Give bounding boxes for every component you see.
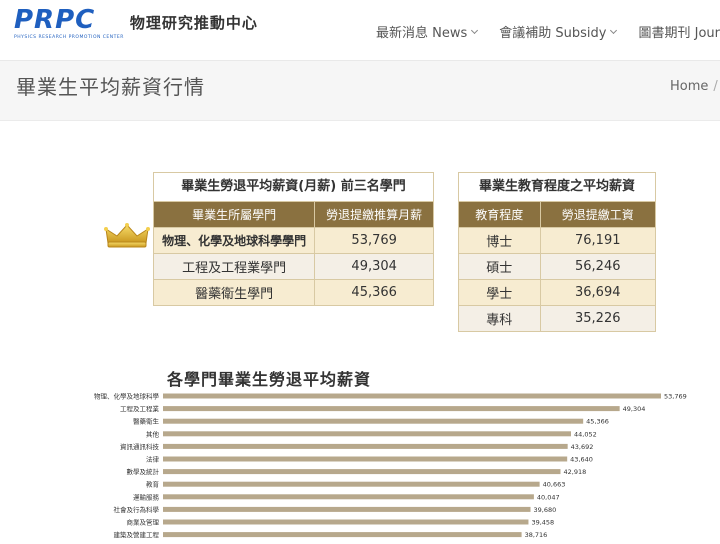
value-label: 44,052 — [574, 430, 597, 438]
bar — [163, 443, 568, 449]
site-header: PRPC PHYSICS RESEARCH PROMOTION CENTER 物… — [0, 0, 720, 61]
logo-mark: PRPC PHYSICS RESEARCH PROMOTION CENTER — [14, 6, 124, 40]
bar — [163, 456, 568, 462]
value-label: 45,366 — [586, 418, 609, 426]
category-label: 教育 — [146, 480, 160, 489]
nav-item-label: 圖書期刊 Journ — [638, 26, 720, 41]
bar — [163, 469, 561, 475]
bar — [163, 393, 661, 399]
column-header-salary: 勞退提繳推算月薪 — [314, 201, 434, 228]
logo-letters: PRPC — [14, 5, 96, 35]
level-cell: 學士 — [458, 279, 541, 306]
logo-subtitle: PHYSICS RESEARCH PROMOTION CENTER — [14, 35, 124, 40]
bar — [163, 519, 529, 525]
salary-cell: 45,366 — [314, 279, 434, 306]
breadcrumb-separator: / — [713, 79, 718, 94]
column-header-level: 教育程度 — [458, 201, 541, 228]
table-title: 畢業生勞退平均薪資(月薪) 前三名學門 — [153, 172, 434, 202]
logo-name: 物理研究推動中心 — [129, 14, 258, 32]
category-label: 資訊通訊科技 — [120, 442, 160, 451]
chevron-down-icon — [471, 26, 479, 34]
category-label: 物理、化學及地球科學 — [94, 392, 160, 401]
table-row: 博士 76,191 — [458, 227, 656, 254]
bar — [163, 481, 540, 487]
page-title: 畢業生平均薪資行情 — [16, 75, 205, 99]
salary-cell: 35,226 — [539, 305, 656, 332]
chevron-down-icon — [610, 26, 618, 34]
value-label: 53,769 — [664, 393, 687, 401]
table-row: 醫藥衛生學門 45,366 — [152, 279, 434, 306]
value-label: 39,458 — [531, 519, 554, 527]
nav-item-subsidy[interactable]: 會議補助 Subsidy — [499, 22, 618, 41]
value-label: 43,692 — [571, 443, 594, 451]
table-row: 專科 35,226 — [458, 305, 656, 332]
breadcrumb: Home / — [670, 79, 718, 94]
bar — [163, 494, 534, 500]
field-cell: 醫藥衛生學門 — [152, 279, 316, 306]
salary-cell: 49,304 — [314, 253, 434, 280]
category-label: 社會及行為科學 — [114, 505, 160, 514]
bar — [163, 406, 620, 412]
salary-cell: 76,191 — [539, 227, 656, 254]
bar — [163, 506, 531, 512]
category-label: 數學及統計 — [127, 467, 160, 476]
bar — [163, 418, 584, 424]
salary-bar-chart: 物理、化學及地球科學 53,769 工程及工程業 49,304 醫藥衛生 45,366 其他… — [94, 392, 687, 540]
category-label: 其他 — [146, 429, 160, 438]
value-label: 38,716 — [525, 531, 548, 539]
bar — [163, 532, 522, 538]
main-nav: 最新消息 News 會議補助 Subsidy 圖書期刊 Journ — [376, 22, 720, 41]
table-row: 工程及工程業學門 49,304 — [152, 253, 434, 280]
value-label: 40,047 — [537, 493, 560, 501]
salary-cell: 56,246 — [539, 253, 656, 280]
crown-icon — [104, 223, 150, 248]
table-row: 物理、化學及地球科學學門 53,769 — [152, 227, 434, 254]
category-label: 工程及工程業 — [120, 404, 160, 413]
category-label: 醫藥衛生 — [133, 417, 160, 426]
table-row: 學士 36,694 — [458, 279, 656, 306]
category-label: 法律 — [146, 455, 160, 464]
level-cell: 博士 — [458, 227, 541, 254]
education-salary-table: 畢業生教育程度之平均薪資 教育程度 勞退提繳工資 博士 76,191 碩士 56… — [458, 172, 656, 332]
nav-item-label: 最新消息 News — [376, 26, 468, 41]
column-header-field: 畢業生所屬學門 — [152, 201, 316, 228]
table-row: 碩士 56,246 — [458, 253, 656, 280]
field-cell: 物理、化學及地球科學學門 — [152, 227, 316, 254]
salary-cell: 36,694 — [539, 279, 656, 306]
bar — [163, 431, 572, 437]
value-label: 42,918 — [563, 468, 586, 476]
site-logo[interactable]: PRPC PHYSICS RESEARCH PROMOTION CENTER 物… — [14, 6, 258, 46]
nav-item-journal[interactable]: 圖書期刊 Journ — [638, 22, 720, 41]
field-cell: 工程及工程業學門 — [152, 253, 316, 280]
breadcrumb-home-link[interactable]: Home — [670, 79, 708, 94]
value-label: 39,680 — [534, 506, 557, 514]
page-title-bar: 畢業生平均薪資行情 Home / — [0, 61, 720, 121]
nav-item-label: 會議補助 Subsidy — [499, 26, 607, 41]
salary-cell: 53,769 — [314, 227, 434, 254]
category-label: 建築及營建工程 — [114, 530, 160, 539]
column-header-salary: 勞退提繳工資 — [539, 201, 656, 228]
value-label: 40,663 — [543, 481, 566, 489]
chart-title: 各學門畢業生勞退平均薪資 — [167, 370, 372, 389]
category-label: 商業及管理 — [127, 518, 160, 527]
value-label: 49,304 — [623, 405, 646, 413]
table-title: 畢業生教育程度之平均薪資 — [458, 172, 656, 202]
value-label: 43,640 — [570, 456, 593, 464]
nav-item-news[interactable]: 最新消息 News — [376, 22, 479, 41]
category-label: 運輸服務 — [133, 492, 160, 501]
level-cell: 專科 — [458, 305, 541, 332]
top3-fields-table: 畢業生勞退平均薪資(月薪) 前三名學門 畢業生所屬學門 勞退提繳推算月薪 物理、… — [152, 172, 434, 306]
level-cell: 碩士 — [458, 253, 541, 280]
